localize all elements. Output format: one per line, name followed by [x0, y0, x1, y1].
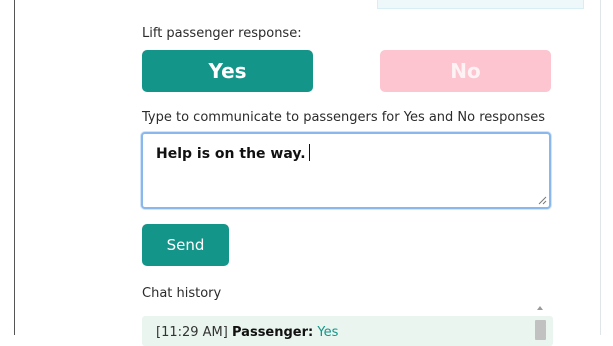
scroll-up-arrow-icon[interactable]: [537, 306, 543, 310]
left-border: [14, 0, 15, 335]
chat-entry-sender: Passenger:: [232, 325, 314, 340]
chat-entry-time: [11:29 AM]: [156, 325, 228, 340]
no-button[interactable]: No: [380, 50, 551, 92]
right-border: [600, 0, 601, 335]
message-text: Help is on the way.: [156, 146, 306, 162]
response-label: Lift passenger response:: [142, 26, 302, 41]
text-caret: [308, 144, 310, 161]
message-textarea[interactable]: Help is on the way.: [141, 132, 551, 209]
send-button[interactable]: Send: [142, 224, 229, 266]
chat-history-label: Chat history: [142, 286, 222, 301]
chat-entry: [11:29 AM] Passenger: Yes: [156, 325, 338, 340]
resize-grip-icon[interactable]: [538, 196, 547, 205]
scrollbar-thumb[interactable]: [535, 320, 546, 340]
yes-button[interactable]: Yes: [142, 50, 313, 92]
chat-history-panel[interactable]: [11:29 AM] Passenger: Yes: [142, 316, 553, 346]
chat-entry-text: Yes: [317, 325, 339, 340]
top-panel-edge: [377, 0, 584, 9]
message-label: Type to communicate to passengers for Ye…: [142, 110, 546, 125]
